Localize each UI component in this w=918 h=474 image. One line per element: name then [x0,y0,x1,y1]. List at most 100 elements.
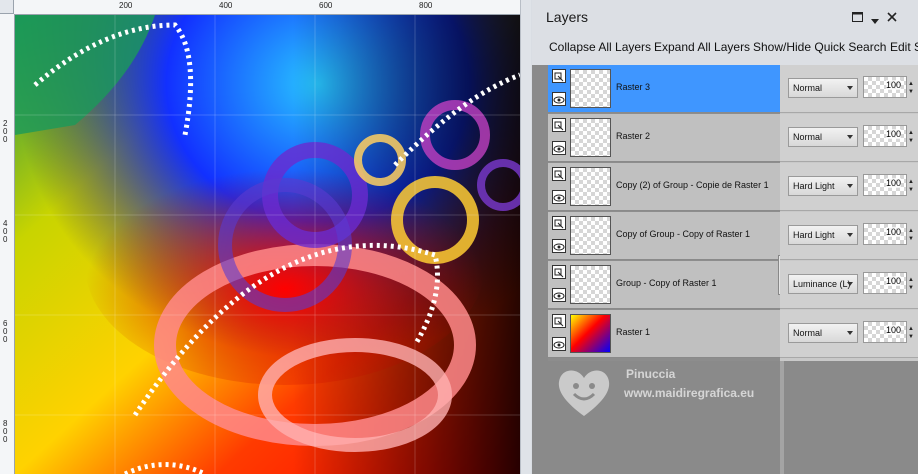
watermark: Pinuccia www.maidiregrafica.eu [552,360,792,430]
layer-thumbnail [570,167,611,206]
quick-search-button[interactable]: Show/Hide Quick Search [753,40,886,54]
chevron-down-icon [847,331,853,335]
layer-properties-row: Normal 100 ▲ ▼ [780,114,918,162]
layer-group-icon[interactable] [552,167,566,181]
opacity-field[interactable]: 100 ▲ ▼ [863,76,914,98]
opacity-field[interactable]: 100 ▲ ▼ [863,321,914,343]
layer-row[interactable]: Group - Copy of Raster 1 [548,261,780,309]
layer-properties-column: Normal 100 ▲ ▼ Normal 100 ▲ ▼ Hard Light 100… [780,65,918,361]
collapse-all-button[interactable]: Collapse All Layers [549,40,651,54]
blend-mode-value: Normal [793,328,823,338]
opacity-field[interactable]: 100 ▲ ▼ [863,125,914,147]
layer-properties-row: Normal 100 ▲ ▼ [780,65,918,113]
layer-name[interactable]: Copy of Group - Copy of Raster 1 [616,229,750,239]
blend-mode-select[interactable]: Normal [788,127,858,147]
layer-properties-row: Hard Light 100 ▲ ▼ [780,163,918,211]
edit-button[interactable]: Edit S [890,40,918,54]
visibility-eye-icon[interactable] [552,141,566,155]
canvas-pane: 200 400 600 800 200 400 600 800 [0,0,531,474]
ruler-top-label: 800 [419,1,433,10]
opacity-value: 100 [886,178,902,188]
layer-thumbnail [570,265,611,304]
layer-thumbnail [570,69,611,108]
visibility-eye-icon[interactable] [552,92,566,106]
visibility-eye-icon[interactable] [552,239,566,253]
ruler-top-label: 400 [219,1,233,10]
artwork-canvas[interactable] [15,15,520,474]
chevron-down-icon [847,233,853,237]
blend-mode-select[interactable]: Luminance (L) [788,274,858,294]
spinner-icon[interactable]: ▲ ▼ [908,325,914,341]
spinner-icon[interactable]: ▲ ▼ [908,276,914,292]
layer-name[interactable]: Raster 1 [616,327,650,337]
panel-titlebar: Layers [532,0,918,32]
spinner-icon[interactable]: ▲ ▼ [908,227,914,243]
opacity-value: 100 [886,276,902,286]
layer-thumbnail [570,314,611,353]
chevron-down-icon [847,86,853,90]
ruler-left-label: 200 [3,119,8,144]
blend-mode-value: Hard Light [793,230,835,240]
layer-properties-row: Hard Light 100 ▲ ▼ [780,212,918,260]
layer-row[interactable]: Copy (2) of Group - Copie de Raster 1 [548,163,780,211]
spinner-icon[interactable]: ▲ ▼ [908,129,914,145]
layer-group-icon[interactable] [552,118,566,132]
blend-mode-value: Normal [793,83,823,93]
visibility-eye-icon[interactable] [552,337,566,351]
layer-row[interactable]: Raster 3 [548,65,780,113]
blend-mode-value: Normal [793,132,823,142]
layer-row[interactable]: Copy of Group - Copy of Raster 1 [548,212,780,260]
layer-row[interactable]: Raster 2 [548,114,780,162]
canvas-scrollbar[interactable] [520,0,531,474]
blend-mode-select[interactable]: Normal [788,78,858,98]
ruler-left-label: 800 [3,419,8,444]
blend-mode-select[interactable]: Hard Light [788,176,858,196]
blend-mode-value: Luminance (L) [793,279,851,289]
chevron-down-icon [847,184,853,188]
panel-toolbar: Collapse All Layers Expand All Layers Sh… [532,36,918,58]
layer-name[interactable]: Raster 3 [616,82,650,92]
dropdown-icon[interactable] [871,15,879,27]
artwork-image [15,15,520,474]
spinner-icon[interactable]: ▲ ▼ [908,178,914,194]
layer-name[interactable]: Raster 2 [616,131,650,141]
opacity-value: 100 [886,80,902,90]
opacity-field[interactable]: 100 ▲ ▼ [863,272,914,294]
layer-group-icon[interactable] [552,314,566,328]
blend-mode-select[interactable]: Normal [788,323,858,343]
ruler-left: 200 400 600 800 [0,14,15,474]
close-icon[interactable] [887,12,897,25]
panel-title: Layers [546,9,589,25]
opacity-field[interactable]: 100 ▲ ▼ [863,174,914,196]
chevron-down-icon [847,282,853,286]
opacity-field[interactable]: 100 ▲ ▼ [863,223,914,245]
blend-mode-value: Hard Light [793,181,835,191]
layer-list: Raster 3 Raster 2 Copy (2) of Group - Co… [548,65,780,361]
layer-group-icon[interactable] [552,216,566,230]
watermark-name: Pinuccia [626,367,676,381]
watermark-url: www.maidiregrafica.eu [624,386,755,400]
layers-panel: Layers Collapse All Layers Expand All La… [532,0,918,474]
heart-smiley-logo [558,370,610,416]
spinner-icon[interactable]: ▲ ▼ [908,80,914,96]
layer-name[interactable]: Copy (2) of Group - Copie de Raster 1 [616,180,769,190]
visibility-eye-icon[interactable] [552,288,566,302]
expand-all-button[interactable]: Expand All Layers [654,40,750,54]
layer-group-icon[interactable] [552,69,566,83]
ruler-corner [0,0,14,14]
layer-row[interactable]: Raster 1 [548,310,780,358]
layer-name[interactable]: Group - Copy of Raster 1 [616,278,717,288]
opacity-value: 100 [886,129,902,139]
opacity-value: 100 [886,325,902,335]
blend-mode-select[interactable]: Hard Light [788,225,858,245]
layer-thumbnail [570,118,611,157]
opacity-value: 100 [886,227,902,237]
chevron-down-icon [847,135,853,139]
ruler-top: 200 400 600 800 [14,0,520,15]
restore-icon[interactable] [852,12,863,25]
visibility-eye-icon[interactable] [552,190,566,204]
ruler-left-label: 600 [3,319,8,344]
layer-thumbnail [570,216,611,255]
layer-properties-row: Normal 100 ▲ ▼ [780,310,918,358]
layer-group-icon[interactable] [552,265,566,279]
